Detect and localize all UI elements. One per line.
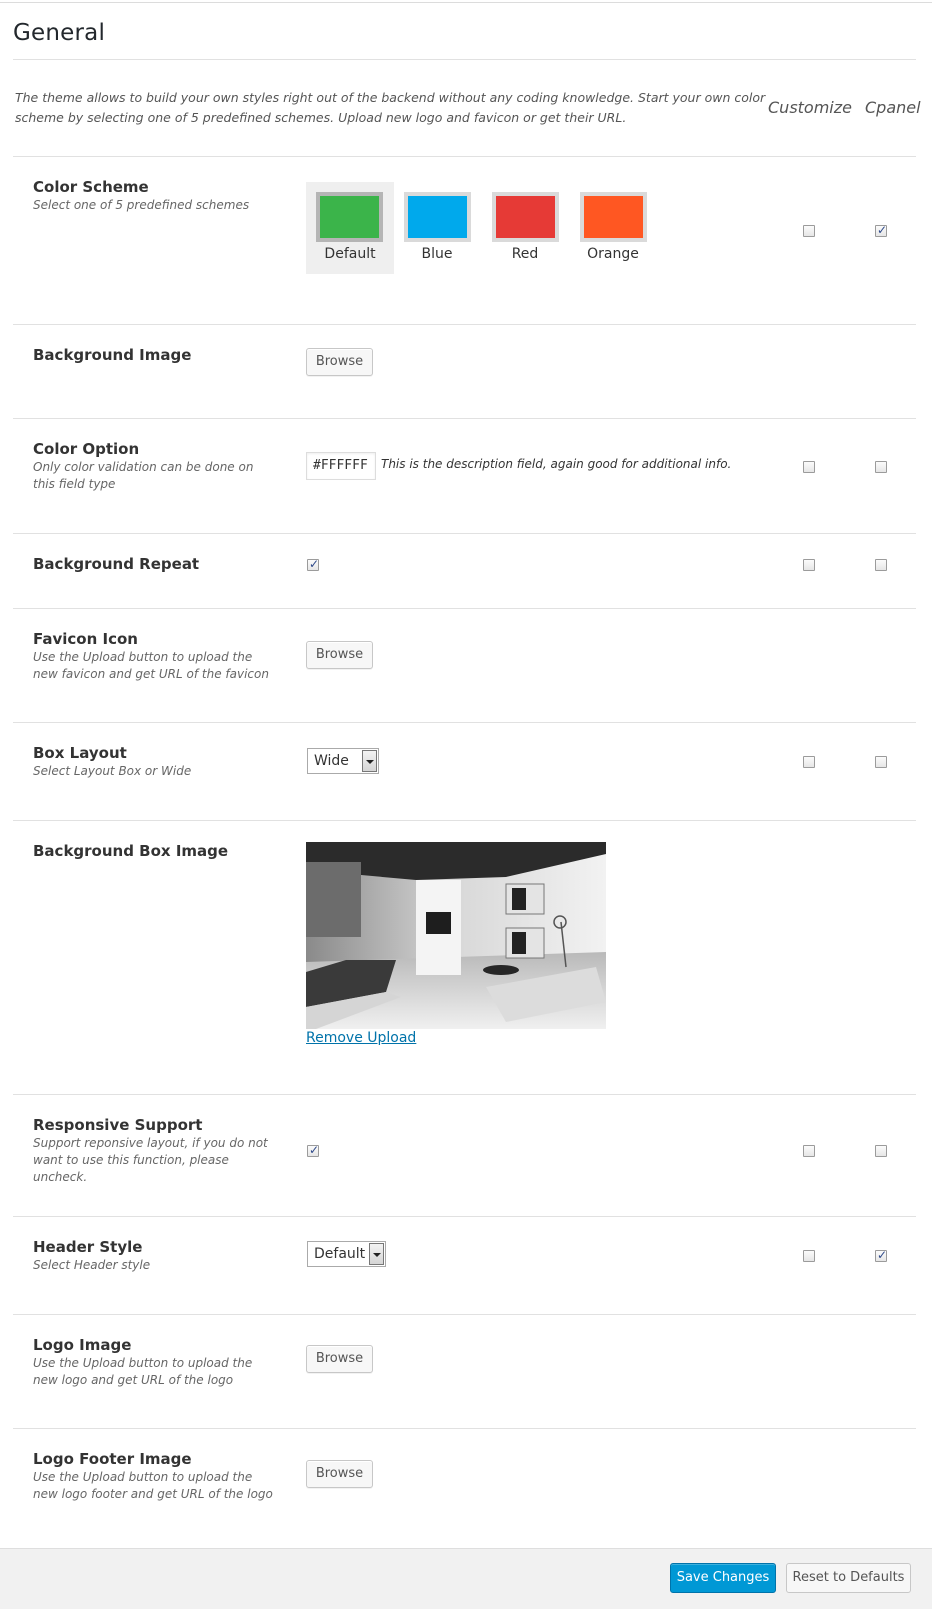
responsive-support-customize-checkbox[interactable] <box>803 1145 815 1157</box>
row-divider <box>13 156 916 157</box>
header-style-desc: Select Header style <box>33 1258 151 1272</box>
logo-image-label: Logo Image <box>33 1336 132 1354</box>
responsive-support-label: Responsive Support <box>33 1116 203 1134</box>
color-option-customize-checkbox[interactable] <box>803 461 815 473</box>
header-style-select-value: Default <box>314 1246 366 1262</box>
chevron-down-icon[interactable] <box>362 750 377 772</box>
swatch-blue[interactable] <box>404 192 471 242</box>
background-repeat-checkbox[interactable] <box>307 557 319 571</box>
logo-footer-browse-button[interactable]: Browse <box>306 1460 373 1488</box>
intro-text: The theme allows to build your own style… <box>15 90 766 125</box>
box-layout-select-value: Wide <box>314 753 349 769</box>
favicon-browse-button[interactable]: Browse <box>306 641 373 669</box>
row-divider <box>13 608 916 609</box>
row-divider <box>13 820 916 821</box>
swatch-red[interactable] <box>492 192 559 242</box>
row-divider <box>13 1216 916 1217</box>
favicon-icon-desc: Use the Upload button to upload the new … <box>33 650 269 681</box>
row-divider <box>13 418 916 419</box>
background-repeat-customize-checkbox[interactable] <box>803 559 815 571</box>
header-style-select[interactable]: Default <box>307 1241 386 1267</box>
box-layout-customize-checkbox[interactable] <box>803 756 815 768</box>
row-divider <box>13 1428 916 1429</box>
top-divider <box>0 2 932 3</box>
reset-defaults-button[interactable]: Reset to Defaults <box>786 1563 911 1593</box>
color-scheme-customize-checkbox[interactable] <box>803 225 815 237</box>
background-box-image-preview <box>306 842 606 1029</box>
row-divider <box>13 533 916 534</box>
swatch-orange-label: Orange <box>587 246 639 262</box>
row-divider <box>13 722 916 723</box>
color-option-cpanel-checkbox[interactable] <box>875 461 887 473</box>
box-layout-cpanel-checkbox[interactable] <box>875 756 887 768</box>
background-image-label: Background Image <box>33 346 192 364</box>
color-option-desc: Only color validation can be done on thi… <box>33 460 254 491</box>
color-scheme-cpanel-checkbox[interactable] <box>875 223 887 237</box>
row-divider <box>13 324 916 325</box>
background-box-image-label: Background Box Image <box>33 842 229 860</box>
header-style-label: Header Style <box>33 1238 143 1256</box>
background-repeat-label: Background Repeat <box>33 555 200 573</box>
logo-footer-image-desc: Use the Upload button to upload the new … <box>33 1470 273 1501</box>
color-option-field-desc: This is the description field, again goo… <box>381 457 732 471</box>
background-repeat-cpanel-checkbox[interactable] <box>875 559 887 571</box>
background-image-browse-button[interactable]: Browse <box>306 348 373 376</box>
swatch-default-label: Default <box>324 246 376 262</box>
header-style-customize-checkbox[interactable] <box>803 1250 815 1262</box>
header-style-cpanel-checkbox[interactable] <box>875 1248 887 1262</box>
room-photo-image <box>306 842 606 1029</box>
logo-image-browse-button[interactable]: Browse <box>306 1345 373 1373</box>
logo-footer-image-label: Logo Footer Image <box>33 1450 192 1468</box>
swatch-blue-label: Blue <box>421 246 453 262</box>
box-layout-desc: Select Layout Box or Wide <box>33 764 192 778</box>
box-layout-label: Box Layout <box>33 744 127 762</box>
save-changes-button[interactable]: Save Changes <box>670 1563 776 1593</box>
chevron-down-icon[interactable] <box>369 1243 384 1265</box>
logo-image-desc: Use the Upload button to upload the new … <box>33 1356 253 1387</box>
swatch-orange[interactable] <box>580 192 647 242</box>
responsive-support-checkbox[interactable] <box>307 1143 319 1157</box>
favicon-icon-label: Favicon Icon <box>33 630 138 648</box>
responsive-support-desc: Support reponsive layout, if you do not … <box>33 1136 268 1184</box>
title-divider <box>13 59 916 60</box>
swatch-red-label: Red <box>511 246 539 262</box>
column-header-cpanel: Cpanel <box>865 98 921 117</box>
box-layout-select[interactable]: Wide <box>307 748 379 774</box>
color-scheme-desc: Select one of 5 predefined schemes <box>33 198 250 212</box>
row-divider <box>13 1314 916 1315</box>
color-scheme-label: Color Scheme <box>33 178 149 196</box>
remove-upload-link[interactable]: Remove Upload <box>306 1030 416 1046</box>
column-header-customize: Customize <box>768 98 852 117</box>
color-option-label: Color Option <box>33 440 140 458</box>
page-title: General <box>13 20 106 46</box>
color-option-input[interactable]: #FFFFFF <box>306 452 376 480</box>
responsive-support-cpanel-checkbox[interactable] <box>875 1145 887 1157</box>
swatch-default[interactable] <box>316 192 383 242</box>
row-divider <box>13 1094 916 1095</box>
